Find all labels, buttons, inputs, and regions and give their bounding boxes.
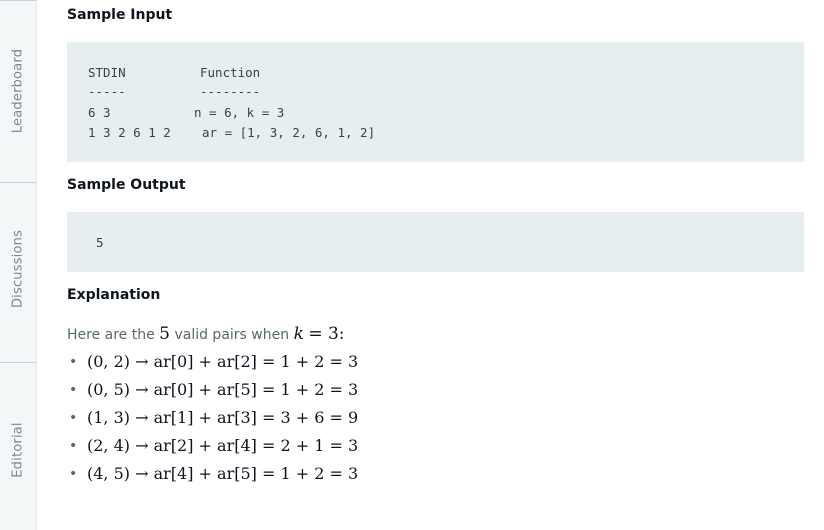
tab-discussions[interactable]: Discussions [0,214,36,324]
intro-middle: valid pairs when [174,327,290,343]
problem-page: Leaderboard Discussions Editorial Sample… [0,0,824,530]
sample-input-heading: Sample Input [67,7,173,23]
sample-output-heading: Sample Output [67,177,186,193]
code-line: STDIN [88,65,126,80]
tab-editorial[interactable]: Editorial [0,400,36,500]
list-item: • (1, 3) → ar[1] + ar[3] = 3 + 6 = 9 [67,404,358,432]
tab-divider [0,362,36,363]
code-line: n = 6, k = 3 [194,105,285,120]
tab-leaderboard-label: Leaderboard [10,48,26,134]
pair-expression: (4, 5) → ar[4] + ar[5] = 1 + 2 = 3 [87,464,359,483]
bullet-icon: • [69,354,78,370]
bullet-icon: • [69,382,78,398]
tab-leaderboard[interactable]: Leaderboard [0,36,36,146]
intro-prefix: Here are the [67,327,155,343]
bullet-icon: • [69,410,78,426]
tab-discussions-label: Discussions [10,229,26,309]
output-value: 5 [96,235,104,250]
code-line: ar = [1, 3, 2, 6, 1, 2] [202,125,376,140]
list-item: • (4, 5) → ar[4] + ar[5] = 1 + 2 = 3 [67,460,358,488]
pair-expression: (1, 3) → ar[1] + ar[3] = 3 + 6 = 9 [87,408,359,427]
code-line: 1 3 2 6 1 2 [88,125,171,140]
pair-expression: (0, 2) → ar[0] + ar[2] = 1 + 2 = 3 [87,352,359,371]
list-item: • (0, 2) → ar[0] + ar[2] = 1 + 2 = 3 [67,348,358,376]
tab-divider [0,0,36,1]
pair-expression: (0, 5) → ar[0] + ar[5] = 1 + 2 = 3 [87,380,359,399]
explanation-intro: Here are the 5 valid pairs when k = 3: [67,324,345,344]
bullet-icon: • [69,438,78,454]
tab-divider [0,182,36,183]
side-tab-rail: Leaderboard Discussions Editorial [0,0,37,530]
code-line: 6 3 [88,105,111,120]
tab-editorial-label: Editorial [10,422,26,478]
k-value: = 3: [308,324,345,344]
sample-output-block: 5 [67,212,804,272]
code-line: -------- [200,84,261,99]
code-line: ----- [88,84,126,99]
list-item: • (2, 4) → ar[2] + ar[4] = 2 + 1 = 3 [67,432,358,460]
k-variable: k [293,324,304,344]
pair-expression: (2, 4) → ar[2] + ar[4] = 2 + 1 = 3 [87,436,359,455]
sample-input-block: STDIN Function ----- -------- 6 3 n = 6,… [67,42,804,162]
explanation-heading: Explanation [67,287,161,303]
bullet-icon: • [69,466,78,482]
code-line: Function [200,65,261,80]
pairs-list: • (0, 2) → ar[0] + ar[2] = 1 + 2 = 3 • (… [67,348,358,488]
pair-count: 5 [159,324,170,344]
list-item: • (0, 5) → ar[0] + ar[5] = 1 + 2 = 3 [67,376,358,404]
